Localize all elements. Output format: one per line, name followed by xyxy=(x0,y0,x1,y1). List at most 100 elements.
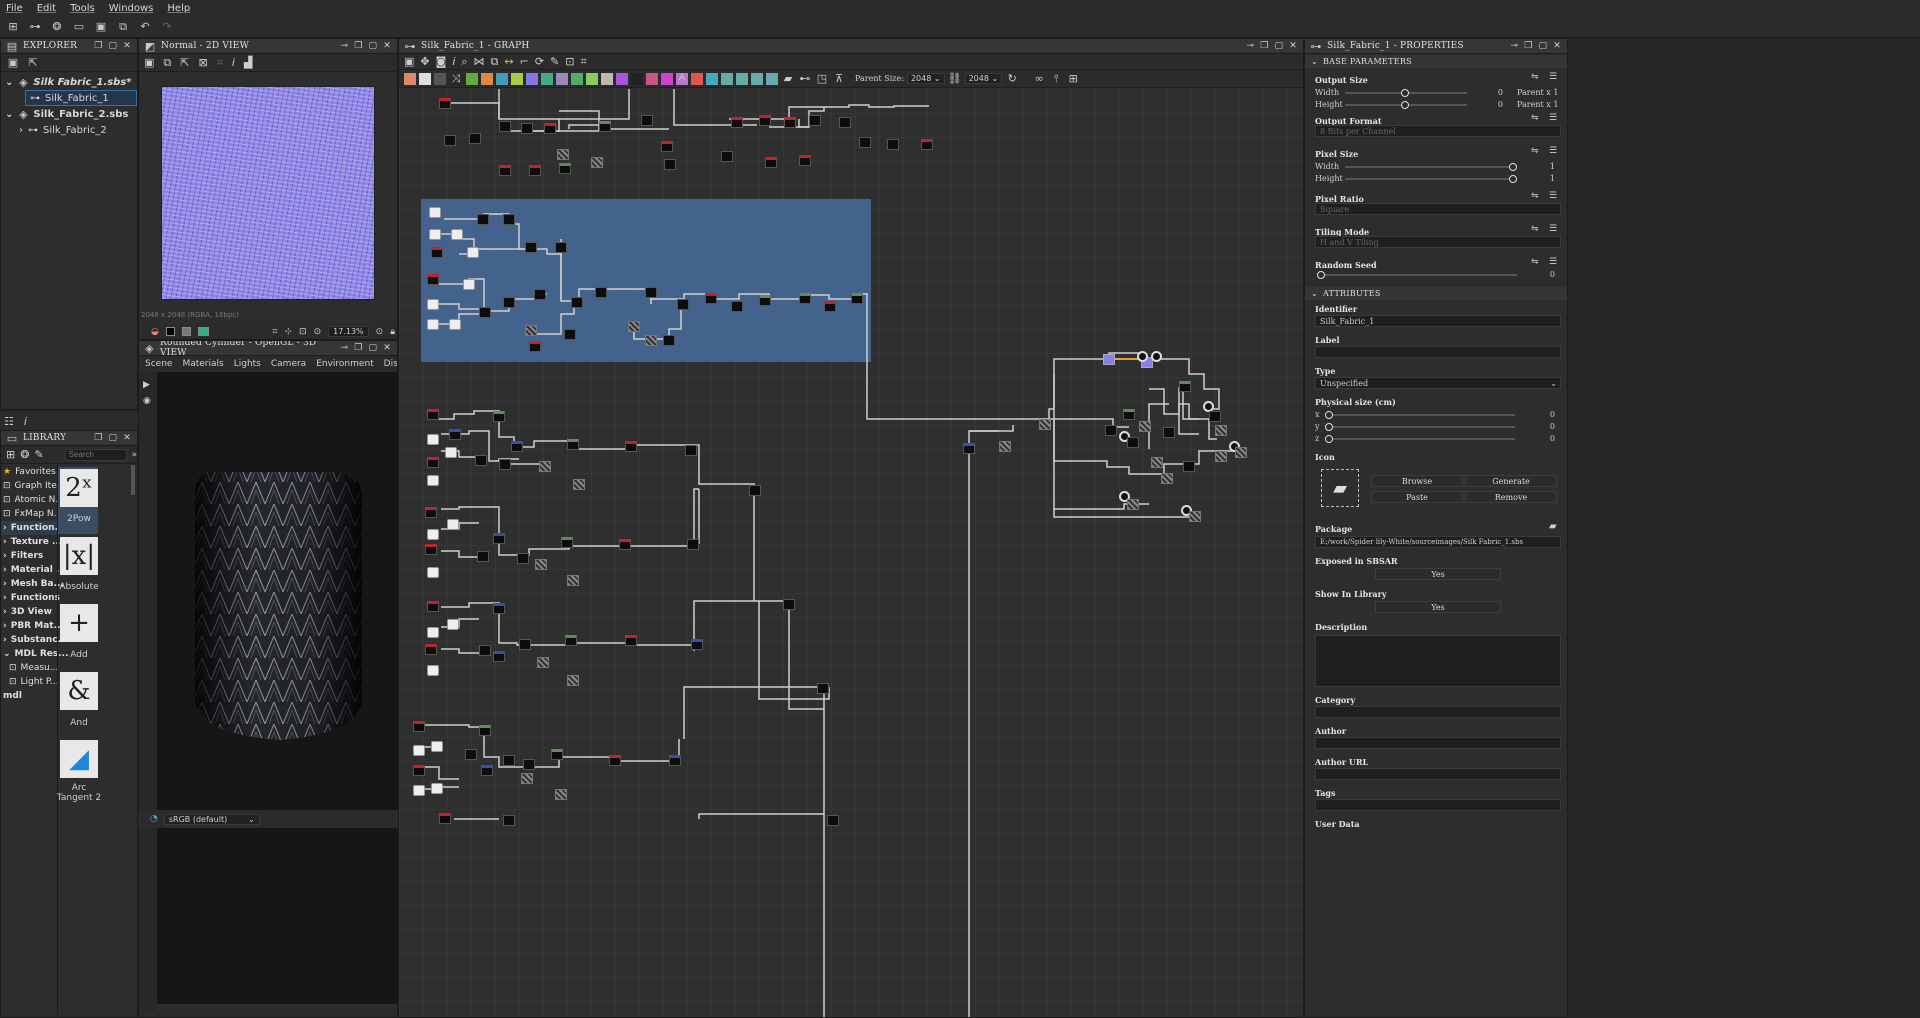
new-substance-icon[interactable]: ❂ xyxy=(50,20,64,34)
graph-node[interactable] xyxy=(525,325,537,336)
graph-node[interactable] xyxy=(499,165,511,176)
tile-icon[interactable]: ⌗ xyxy=(217,56,223,70)
comment-icon[interactable]: ▰ xyxy=(781,72,795,86)
graph-node[interactable] xyxy=(1127,437,1139,448)
graph-node[interactable] xyxy=(685,445,697,456)
output-width-value[interactable]: 0 xyxy=(1483,88,1503,97)
graph-node[interactable] xyxy=(921,139,933,150)
graph-node[interactable] xyxy=(427,409,439,420)
graph-node[interactable] xyxy=(413,765,425,776)
tiling-mode-dropdown[interactable]: H and V Tiling xyxy=(1315,236,1561,248)
info-icon[interactable]: i xyxy=(24,415,27,428)
new-package-icon[interactable]: ⊞ xyxy=(6,20,20,34)
filter-icon[interactable]: ⊞ xyxy=(6,448,15,461)
gradient-icon[interactable] xyxy=(751,72,763,85)
graph-node[interactable] xyxy=(544,123,556,134)
fit-icon[interactable]: ⊡ xyxy=(299,327,307,337)
graph-node[interactable] xyxy=(449,319,461,330)
graph-node[interactable] xyxy=(799,155,811,166)
options-icon[interactable]: ☰ xyxy=(1549,224,1557,234)
search-icon[interactable]: ⌕ xyxy=(461,55,467,69)
text-icon[interactable]: A xyxy=(676,72,688,85)
sync-icon[interactable]: ❂ xyxy=(20,448,29,461)
shuffle-icon[interactable]: ⤨ xyxy=(449,72,463,86)
graph-node[interactable] xyxy=(551,749,563,760)
graph-node[interactable] xyxy=(477,214,489,225)
graph-node[interactable] xyxy=(503,815,515,826)
snap-icon[interactable]: ⌐ xyxy=(520,55,529,68)
graph-node[interactable] xyxy=(529,165,541,176)
graph-node[interactable] xyxy=(783,599,795,610)
graph-node[interactable] xyxy=(529,341,541,352)
graph-node[interactable] xyxy=(469,133,481,144)
graph-node[interactable] xyxy=(449,429,461,440)
channels-icon[interactable] xyxy=(541,72,553,85)
slider-knob[interactable] xyxy=(1401,89,1409,97)
graph-node[interactable] xyxy=(721,151,733,162)
graph-node[interactable] xyxy=(427,457,439,468)
close-icon[interactable]: ✕ xyxy=(123,41,131,51)
graph-node[interactable] xyxy=(427,627,439,638)
library-category-graph-items[interactable]: ⊡ Graph Ite... xyxy=(1,479,65,493)
input-icon[interactable] xyxy=(736,72,748,85)
color-channel-icon[interactable]: ◒ xyxy=(151,327,159,337)
graph-node[interactable] xyxy=(1215,451,1227,462)
link-size-icon[interactable]: ⛓ xyxy=(948,72,962,86)
tile-sampler-icon[interactable] xyxy=(631,72,643,85)
tool-icon[interactable]: ✎ xyxy=(550,55,559,68)
graph-node[interactable] xyxy=(663,335,675,346)
menu-scene[interactable]: Scene xyxy=(145,359,172,369)
graph-node[interactable] xyxy=(493,603,505,614)
graph-node[interactable] xyxy=(887,139,899,150)
lock-icon[interactable]: 🔒︎ xyxy=(390,327,397,337)
graph-node[interactable] xyxy=(963,443,975,454)
normal-icon[interactable] xyxy=(526,72,538,85)
light-icon[interactable]: ◉ xyxy=(143,396,157,406)
graph-node[interactable] xyxy=(463,279,475,290)
author-input[interactable] xyxy=(1315,737,1561,749)
fxmap-icon[interactable] xyxy=(616,72,628,85)
physical-z-value[interactable]: 0 xyxy=(1535,434,1555,443)
remove-button[interactable]: Remove xyxy=(1465,491,1557,503)
library-category-mesh-based[interactable]: › Mesh Ba... xyxy=(1,577,64,591)
menu-camera[interactable]: Camera xyxy=(271,359,306,369)
folder-icon[interactable]: ▰ xyxy=(1321,469,1359,507)
close-icon[interactable]: ✕ xyxy=(383,41,391,51)
graph-node[interactable] xyxy=(851,293,863,304)
warp-icon[interactable] xyxy=(556,72,568,85)
chevron-right-icon[interactable]: › xyxy=(19,125,23,136)
library-category-filters[interactable]: › Filters xyxy=(1,549,57,563)
grid-icon[interactable]: ⌗ xyxy=(272,327,277,337)
graph-node[interactable] xyxy=(567,575,579,586)
pixel-ratio-dropdown[interactable]: Square xyxy=(1315,203,1561,215)
label-input[interactable] xyxy=(1315,346,1561,358)
float-icon[interactable]: ❐ xyxy=(1260,41,1268,51)
menu-tools[interactable]: Tools xyxy=(70,3,95,14)
tree-package-silk-fabric-2[interactable]: ⌄ ◈ Silk_Fabric_2.sbs xyxy=(1,106,137,122)
copy-icon[interactable]: ⧉ xyxy=(163,56,171,70)
graph-node[interactable] xyxy=(645,287,657,298)
exposed-toggle[interactable]: Yes xyxy=(1375,568,1501,580)
graph-node[interactable] xyxy=(431,741,443,752)
graph-node[interactable] xyxy=(1105,425,1117,436)
graph-node[interactable] xyxy=(444,135,456,146)
graph-node[interactable] xyxy=(413,721,425,732)
graph-node[interactable] xyxy=(493,651,505,662)
library-category-mdl[interactable]: mdl xyxy=(1,689,57,703)
blend-node-icon[interactable] xyxy=(434,72,446,85)
maximize-icon[interactable]: ▢ xyxy=(109,433,118,443)
graph-node[interactable] xyxy=(534,289,546,300)
random-seed-slider[interactable] xyxy=(1317,271,1517,279)
align-icon[interactable]: ↔ xyxy=(504,55,513,68)
graph-node[interactable] xyxy=(519,639,531,650)
pixel-width-slider[interactable] xyxy=(1345,163,1517,171)
library-tile-absolute[interactable]: |x| xyxy=(60,537,98,575)
output-node[interactable] xyxy=(1137,351,1148,362)
colorspace-dropdown[interactable]: sRGB (default) ⌄ xyxy=(163,813,260,825)
graph-node[interactable] xyxy=(555,242,567,253)
graph-node[interactable] xyxy=(525,242,537,253)
library-tile-2pow[interactable]: 2ˣ xyxy=(60,469,98,507)
svg-icon[interactable] xyxy=(691,72,703,85)
export-icon[interactable]: ⇱ xyxy=(180,56,189,69)
view3d-viewport[interactable] xyxy=(157,372,397,1004)
